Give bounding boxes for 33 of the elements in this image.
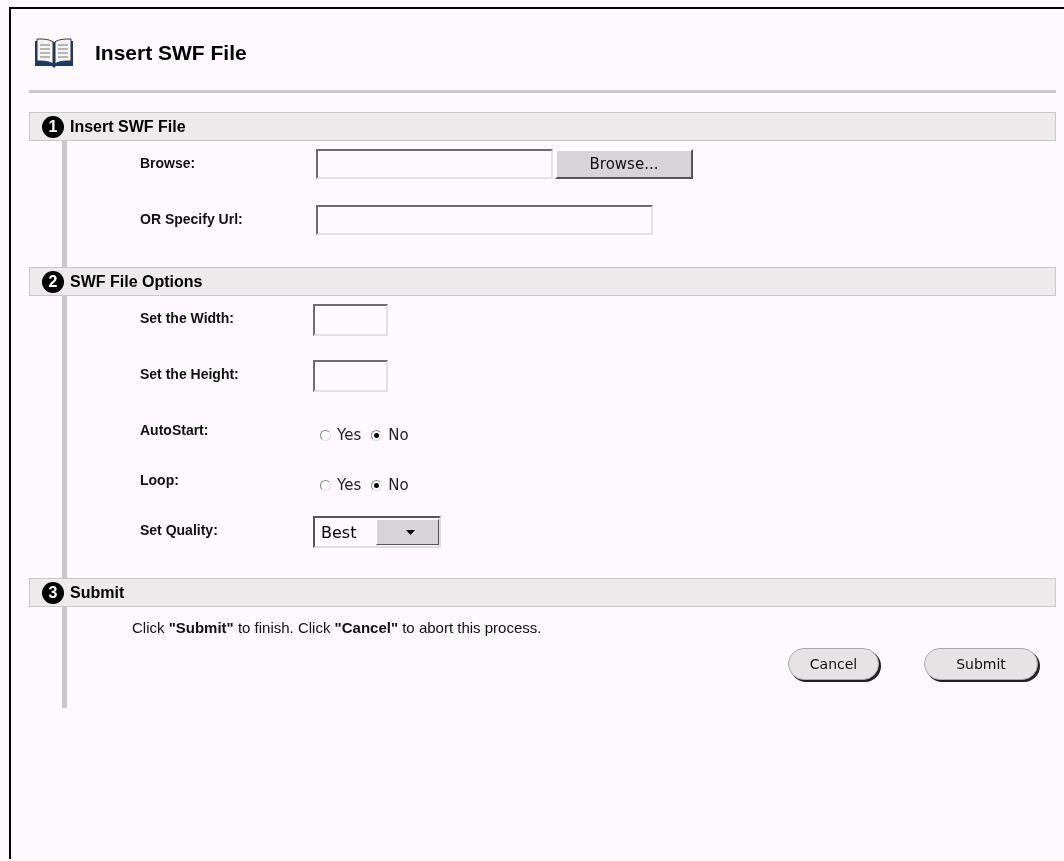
section-title: Submit xyxy=(70,583,125,602)
radio-button[interactable] xyxy=(320,479,331,491)
input-field[interactable] xyxy=(313,304,388,336)
radio-label: No xyxy=(388,476,409,494)
field-label: Browse: xyxy=(140,154,197,171)
radio-label: Yes xyxy=(337,426,362,444)
submit-button[interactable]: Submit xyxy=(924,648,1038,680)
cancel-button[interactable]: Cancel xyxy=(788,648,879,680)
field-label: AutoStart: xyxy=(140,421,210,438)
field-label: Set Quality: xyxy=(140,521,219,538)
section-title: SWF File Options xyxy=(70,272,203,291)
url-field[interactable] xyxy=(316,205,653,235)
radio-button[interactable] xyxy=(371,479,383,491)
step-number: 1 xyxy=(42,115,64,138)
dialog-title: Insert SWF File xyxy=(95,41,247,65)
field-label: Set the Width: xyxy=(140,309,235,326)
dropdown-arrow-icon xyxy=(406,529,415,535)
step-number: 2 xyxy=(42,270,64,293)
radio-label: No xyxy=(388,426,409,444)
radio-button[interactable] xyxy=(320,429,331,441)
book-icon xyxy=(33,37,75,69)
field-label: Loop: xyxy=(140,471,180,488)
browse-button[interactable]: Browse... xyxy=(555,149,693,179)
radio-label: Yes xyxy=(337,476,362,494)
field-label: OR Specify Url: xyxy=(140,210,244,227)
section-title: Insert SWF File xyxy=(70,117,186,136)
field-label: Set the Height: xyxy=(140,365,240,382)
quality-dropdown[interactable]: Best xyxy=(313,516,441,548)
input-field[interactable] xyxy=(313,360,388,392)
radio-button[interactable] xyxy=(371,429,383,441)
file-path-field[interactable] xyxy=(316,149,553,179)
step-number: 3 xyxy=(42,581,64,604)
instruction-text: Click "Submit" to finish. Click "Cancel" to abort this process. xyxy=(132,619,543,636)
